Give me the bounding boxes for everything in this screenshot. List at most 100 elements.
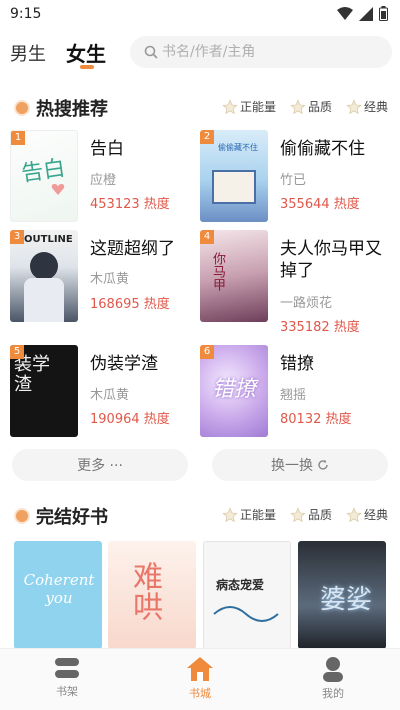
top-bar: 男生 女生 bbox=[0, 34, 400, 74]
cover-art-text: 你马甲 bbox=[210, 252, 225, 291]
tab-active-indicator bbox=[80, 65, 94, 69]
tab-bookstore[interactable]: 书城 bbox=[170, 655, 230, 701]
bottom-tab-bar: 书架 书城 我的 bbox=[0, 648, 400, 710]
book-author: 一路烦花 bbox=[280, 296, 333, 311]
star-icon bbox=[346, 506, 362, 522]
cover-art-text: Coherent you bbox=[23, 571, 95, 607]
status-time: 9:15 bbox=[10, 6, 42, 22]
wifi-icon bbox=[337, 6, 353, 20]
more-button[interactable]: 更多 ··· bbox=[12, 449, 188, 481]
filter-quality[interactable]: 品质 bbox=[290, 506, 332, 523]
book-title: 这题超纲了 bbox=[90, 239, 175, 259]
book-heat: 168695 热度 bbox=[90, 297, 170, 312]
tab-label: 书城 bbox=[189, 687, 211, 700]
star-icon bbox=[290, 506, 306, 522]
book-cover[interactable]: 6 错撩 bbox=[200, 345, 268, 437]
hot-book-item[interactable]: 5 装学渣 伪装学渣 木瓜黄 190964 热度 bbox=[10, 345, 200, 445]
tab-male[interactable]: 男生 bbox=[10, 40, 46, 66]
book-cover[interactable]: 3 OUTLINE bbox=[10, 230, 78, 322]
status-bar: 9:15 bbox=[0, 0, 400, 30]
book-author: 应橙 bbox=[90, 173, 117, 188]
tab-bookshelf[interactable]: 书架 bbox=[37, 655, 97, 699]
star-icon bbox=[346, 98, 362, 114]
star-icon bbox=[222, 506, 238, 522]
cover-art-text: 婆娑 bbox=[320, 585, 373, 615]
filter-label: 经典 bbox=[363, 508, 388, 522]
hot-book-item[interactable]: 3 OUTLINE 这题超纲了 木瓜黄 168695 热度 bbox=[10, 230, 200, 330]
book-author: 木瓜黄 bbox=[90, 272, 130, 287]
cover-illustration bbox=[213, 606, 279, 622]
search-icon bbox=[144, 45, 158, 59]
filter-group: 正能量 品质 经典 bbox=[222, 98, 388, 115]
tab-label: 我的 bbox=[322, 687, 344, 700]
book-title: 伪装学渣 bbox=[90, 354, 158, 374]
finished-section-header: 完结好书 正能量 品质 经典 bbox=[0, 502, 400, 530]
refresh-icon bbox=[318, 459, 328, 470]
cover-art-text: 偷偷藏不住 bbox=[218, 143, 258, 152]
filter-label: 经典 bbox=[363, 100, 388, 114]
book-cover[interactable]: 4 你马甲 bbox=[200, 230, 268, 322]
cover-art-text: 难哄 bbox=[127, 561, 162, 621]
star-icon bbox=[290, 98, 306, 114]
section-dot bbox=[16, 102, 28, 114]
filter-positive[interactable]: 正能量 bbox=[222, 98, 276, 115]
section-title: 完结好书 bbox=[36, 507, 108, 528]
book-cover[interactable]: 5 装学渣 bbox=[10, 345, 78, 437]
cover-art-text: 病态宠爱 bbox=[216, 578, 265, 592]
book-title: 夫人你马甲又掉了 bbox=[280, 239, 382, 281]
filter-positive[interactable]: 正能量 bbox=[222, 506, 276, 523]
book-author: 竹已 bbox=[280, 173, 307, 188]
book-heat: 335182 热度 bbox=[280, 320, 360, 335]
finished-book-cover[interactable]: 病态宠爱 bbox=[203, 541, 291, 649]
book-author: 翘摇 bbox=[280, 388, 307, 403]
search-input[interactable] bbox=[162, 44, 382, 60]
finished-books-shelf: Coherent you 难哄 病态宠爱 婆娑 bbox=[0, 539, 400, 649]
filter-group: 正能量 品质 经典 bbox=[222, 506, 388, 523]
status-icons bbox=[337, 6, 388, 21]
book-cover[interactable]: 2 偷偷藏不住 bbox=[200, 130, 268, 222]
star-icon bbox=[222, 98, 238, 114]
hot-book-item[interactable]: 6 错撩 错撩 翘摇 80132 热度 bbox=[200, 345, 390, 445]
battery-icon bbox=[379, 6, 388, 21]
rank-badge: 4 bbox=[200, 230, 214, 244]
hot-book-item[interactable]: 4 你马甲 夫人你马甲又掉了 一路烦花 335182 热度 bbox=[200, 230, 390, 335]
bookshelf-icon bbox=[55, 658, 79, 678]
finished-book-cover[interactable]: Coherent you bbox=[14, 541, 102, 649]
home-icon bbox=[187, 657, 213, 681]
cover-illustration bbox=[30, 252, 58, 280]
hot-book-item[interactable]: 1 告白 告白 应橙 453123 热度 bbox=[10, 130, 200, 230]
profile-icon bbox=[323, 657, 343, 682]
tab-profile[interactable]: 我的 bbox=[303, 655, 363, 701]
signal-icon bbox=[359, 6, 373, 21]
heart-icon bbox=[51, 184, 65, 195]
section-dot bbox=[16, 510, 28, 522]
section-title: 热搜推荐 bbox=[36, 99, 108, 120]
book-cover[interactable]: 1 告白 bbox=[10, 130, 78, 222]
filter-classic[interactable]: 经典 bbox=[346, 506, 388, 523]
tab-female[interactable]: 女生 bbox=[66, 38, 106, 67]
filter-classic[interactable]: 经典 bbox=[346, 98, 388, 115]
finished-book-cover[interactable]: 婆娑 bbox=[298, 541, 386, 649]
search-box[interactable] bbox=[130, 36, 392, 68]
book-heat: 190964 热度 bbox=[90, 412, 170, 427]
more-button-label: 更多 ··· bbox=[77, 458, 123, 474]
rank-badge: 3 bbox=[10, 230, 24, 244]
filter-label: 正能量 bbox=[239, 100, 276, 114]
book-title: 偷偷藏不住 bbox=[280, 139, 365, 159]
refresh-button[interactable]: 换一换 bbox=[212, 449, 388, 481]
hot-book-item[interactable]: 2 偷偷藏不住 偷偷藏不住 竹已 355644 热度 bbox=[200, 130, 390, 230]
book-title: 告白 bbox=[90, 139, 124, 159]
cover-illustration bbox=[24, 278, 64, 322]
rank-badge: 6 bbox=[200, 345, 214, 359]
tab-label: 书架 bbox=[56, 685, 78, 698]
filter-quality[interactable]: 品质 bbox=[290, 98, 332, 115]
cover-art-text: 错撩 bbox=[212, 377, 257, 402]
book-heat: 453123 热度 bbox=[90, 197, 170, 212]
filter-label: 品质 bbox=[307, 508, 332, 522]
cover-illustration bbox=[212, 170, 256, 204]
cover-art-text: 装学渣 bbox=[14, 354, 50, 395]
hot-section-header: 热搜推荐 正能量 品质 经典 bbox=[0, 94, 400, 122]
finished-book-cover[interactable]: 难哄 bbox=[108, 541, 196, 649]
refresh-button-label: 换一换 bbox=[271, 458, 313, 474]
book-heat: 80132 热度 bbox=[280, 412, 352, 427]
